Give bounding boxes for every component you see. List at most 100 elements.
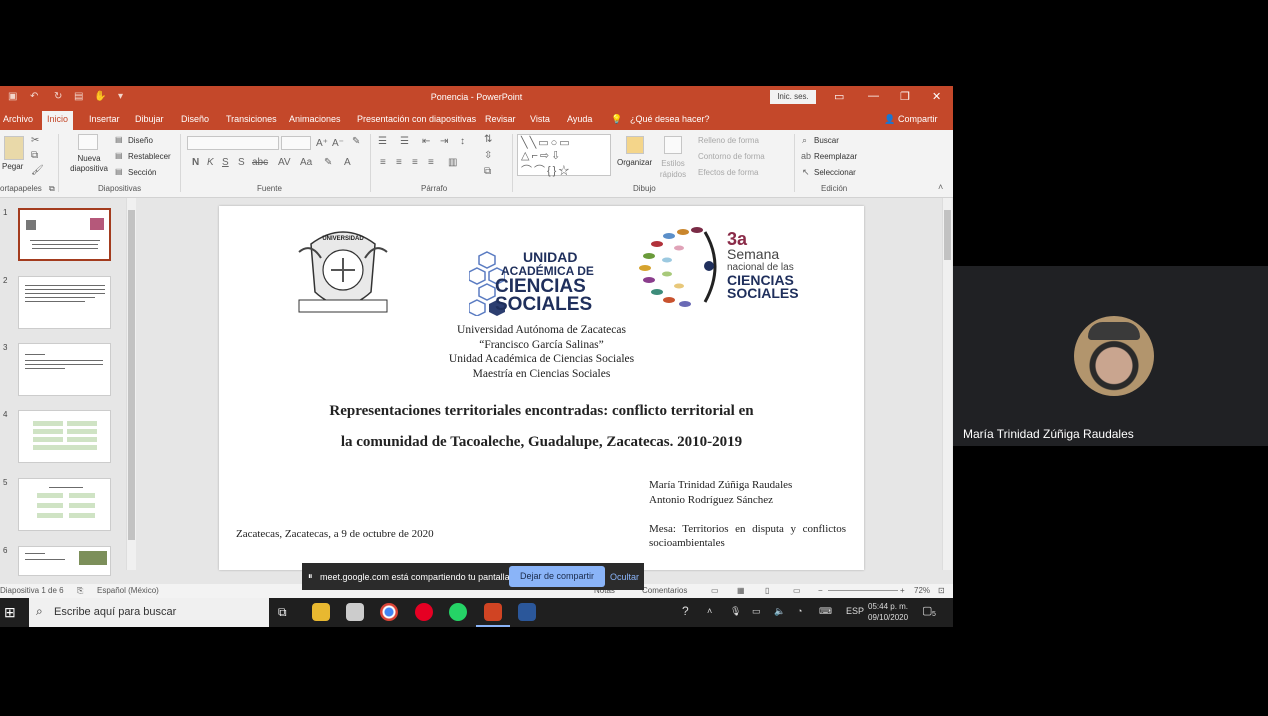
clear-format-icon[interactable]: ✎ <box>352 136 360 147</box>
store-icon[interactable] <box>346 603 364 621</box>
sign-in-button[interactable]: Inic. ses. <box>770 90 816 104</box>
tab-vista[interactable]: Vista <box>530 114 550 124</box>
copy-icon[interactable]: ⧉ <box>31 150 38 161</box>
tell-me-search[interactable]: ¿Qué desea hacer? <box>630 114 710 124</box>
zoom-out-icon[interactable]: − <box>818 586 823 595</box>
tab-animaciones[interactable]: Animaciones <box>289 114 341 124</box>
text-direction-icon[interactable]: ⇅ <box>484 134 492 145</box>
shadow-icon[interactable]: S <box>238 157 245 168</box>
find-button[interactable]: Buscar <box>814 136 839 145</box>
tab-revisar[interactable]: Revisar <box>485 114 516 124</box>
volume-icon[interactable]: 🔈 <box>774 606 785 617</box>
grow-font-icon[interactable]: A⁺ <box>316 138 328 149</box>
close-icon[interactable]: ✕ <box>932 90 941 103</box>
wifi-icon[interactable]: ◔ <box>797 606 802 616</box>
cut-icon[interactable]: ✂ <box>31 135 39 146</box>
help-icon[interactable]: ? <box>682 604 689 618</box>
spelling-icon[interactable]: ⎘ <box>77 586 83 596</box>
bold-icon[interactable]: N <box>192 157 199 168</box>
align-text-icon[interactable]: ⇳ <box>484 150 492 161</box>
notifications-icon[interactable]: ▢ <box>922 604 932 617</box>
share-icon[interactable]: 👤 <box>884 114 895 125</box>
section-button[interactable]: Sección <box>128 168 156 177</box>
normal-view-icon[interactable]: ▭ <box>711 586 719 595</box>
zoom-in-icon[interactable]: + <box>900 586 905 595</box>
arrange-icon[interactable] <box>626 136 644 154</box>
spacing-icon[interactable]: AV <box>278 157 291 168</box>
tab-archivo[interactable]: Archivo <box>3 114 33 124</box>
reading-view-icon[interactable]: ▯ <box>765 586 769 595</box>
font-name-select[interactable] <box>187 136 279 150</box>
slide-thumbnail-6[interactable] <box>18 546 111 576</box>
select-button[interactable]: Seleccionar <box>814 168 856 177</box>
highlight-icon[interactable]: ✎ <box>324 157 332 168</box>
show-hidden-icons[interactable]: ˄ <box>707 606 712 616</box>
windows-start-icon[interactable]: ⊞ <box>4 604 16 621</box>
bullets-icon[interactable]: ☰ <box>378 136 387 147</box>
slide-scrollbar[interactable] <box>942 198 952 570</box>
shape-fill-button[interactable]: Relleno de forma <box>698 136 759 145</box>
taskbar-search[interactable]: ⌕ Escribe aquí para buscar <box>29 598 269 627</box>
paste-icon[interactable] <box>4 136 24 160</box>
italic-icon[interactable]: K <box>207 157 214 168</box>
arrange-button[interactable]: Organizar <box>617 158 652 167</box>
tab-inicio[interactable]: Inicio <box>42 111 74 130</box>
input-language[interactable]: ESP <box>846 606 864 616</box>
shapes-gallery[interactable]: ╲╲▭○▭ △⌐⇨⇩ ⌒⌒{}☆ <box>517 134 611 177</box>
slideshow-view-icon[interactable]: ▭ <box>793 586 801 595</box>
pinterest-icon[interactable] <box>415 603 433 621</box>
slide-thumbnail-2[interactable] <box>18 276 111 329</box>
ribbon-display-icon[interactable]: ▭ <box>834 90 844 103</box>
tab-ayuda[interactable]: Ayuda <box>567 114 592 124</box>
new-slide-button[interactable]: Nueva diapositiva <box>66 154 112 174</box>
new-slide-icon[interactable] <box>78 134 98 150</box>
slide-canvas[interactable]: UNIVERSIDAD UNIDAD ACADÉMICA DE CIENCIAS… <box>219 206 864 570</box>
participant-tile[interactable]: María Trinidad Zúñiga Raudales <box>953 266 1268 446</box>
columns-icon[interactable]: ▥ <box>448 157 457 168</box>
keyboard-icon[interactable]: ⌨ <box>819 606 832 617</box>
format-painter-icon[interactable]: 🖌 <box>31 165 44 176</box>
file-explorer-icon[interactable] <box>312 603 330 621</box>
slide-thumbnail-1[interactable] <box>18 208 111 261</box>
strikethrough-icon[interactable]: abc <box>252 157 268 168</box>
language-indicator[interactable]: Español (México) <box>97 586 159 595</box>
shape-effects-button[interactable]: Efectos de forma <box>698 168 758 177</box>
quick-styles-icon[interactable] <box>664 136 682 154</box>
replace-button[interactable]: Reemplazar <box>814 152 857 161</box>
align-right-icon[interactable]: ≡ <box>412 157 418 168</box>
chrome-icon[interactable] <box>380 603 398 621</box>
decrease-indent-icon[interactable]: ⇤ <box>422 136 430 147</box>
smartart-icon[interactable]: ⧉ <box>484 166 491 177</box>
slide-thumbnail-4[interactable] <box>18 410 111 463</box>
change-case-icon[interactable]: Aa <box>300 157 312 168</box>
reset-button[interactable]: Restablecer <box>128 152 171 161</box>
powerpoint-taskbar-icon[interactable] <box>484 603 502 621</box>
paste-button[interactable]: Pegar <box>2 162 23 171</box>
share-button[interactable]: Compartir <box>898 114 938 124</box>
clipboard-launcher-icon[interactable]: ⧉ <box>49 184 55 194</box>
restore-icon[interactable]: ❐ <box>900 90 910 103</box>
tab-transiciones[interactable]: Transiciones <box>226 114 277 124</box>
hide-button[interactable]: Ocultar <box>610 572 639 582</box>
quick-styles-button[interactable]: Estilos rápidos <box>656 158 690 180</box>
zoom-slider[interactable] <box>828 590 898 591</box>
font-color-icon[interactable]: A <box>344 157 351 168</box>
numbering-icon[interactable]: ☰ <box>400 136 409 147</box>
underline-icon[interactable]: S <box>222 157 229 168</box>
layout-button[interactable]: Diseño <box>128 136 153 145</box>
zoom-level[interactable]: 72% <box>914 586 930 595</box>
align-left-icon[interactable]: ≡ <box>380 157 386 168</box>
slide-thumbnail-3[interactable] <box>18 343 111 396</box>
fit-slide-icon[interactable]: ⊡ <box>938 586 945 595</box>
align-center-icon[interactable]: ≡ <box>396 157 402 168</box>
task-view-icon[interactable]: ⧉ <box>278 605 287 620</box>
comments-button[interactable]: Comentarios <box>642 586 687 595</box>
minimize-icon[interactable]: — <box>868 90 879 102</box>
slide-sorter-icon[interactable]: ▦ <box>737 586 745 595</box>
slide-thumbnail-5[interactable] <box>18 478 111 531</box>
collapse-ribbon-icon[interactable]: ˄ <box>938 182 943 192</box>
tab-dibujar[interactable]: Dibujar <box>135 114 164 124</box>
clock[interactable]: 05:44 p. m. 09/10/2020 <box>868 601 908 623</box>
word-taskbar-icon[interactable] <box>518 603 536 621</box>
whatsapp-icon[interactable] <box>449 603 467 621</box>
